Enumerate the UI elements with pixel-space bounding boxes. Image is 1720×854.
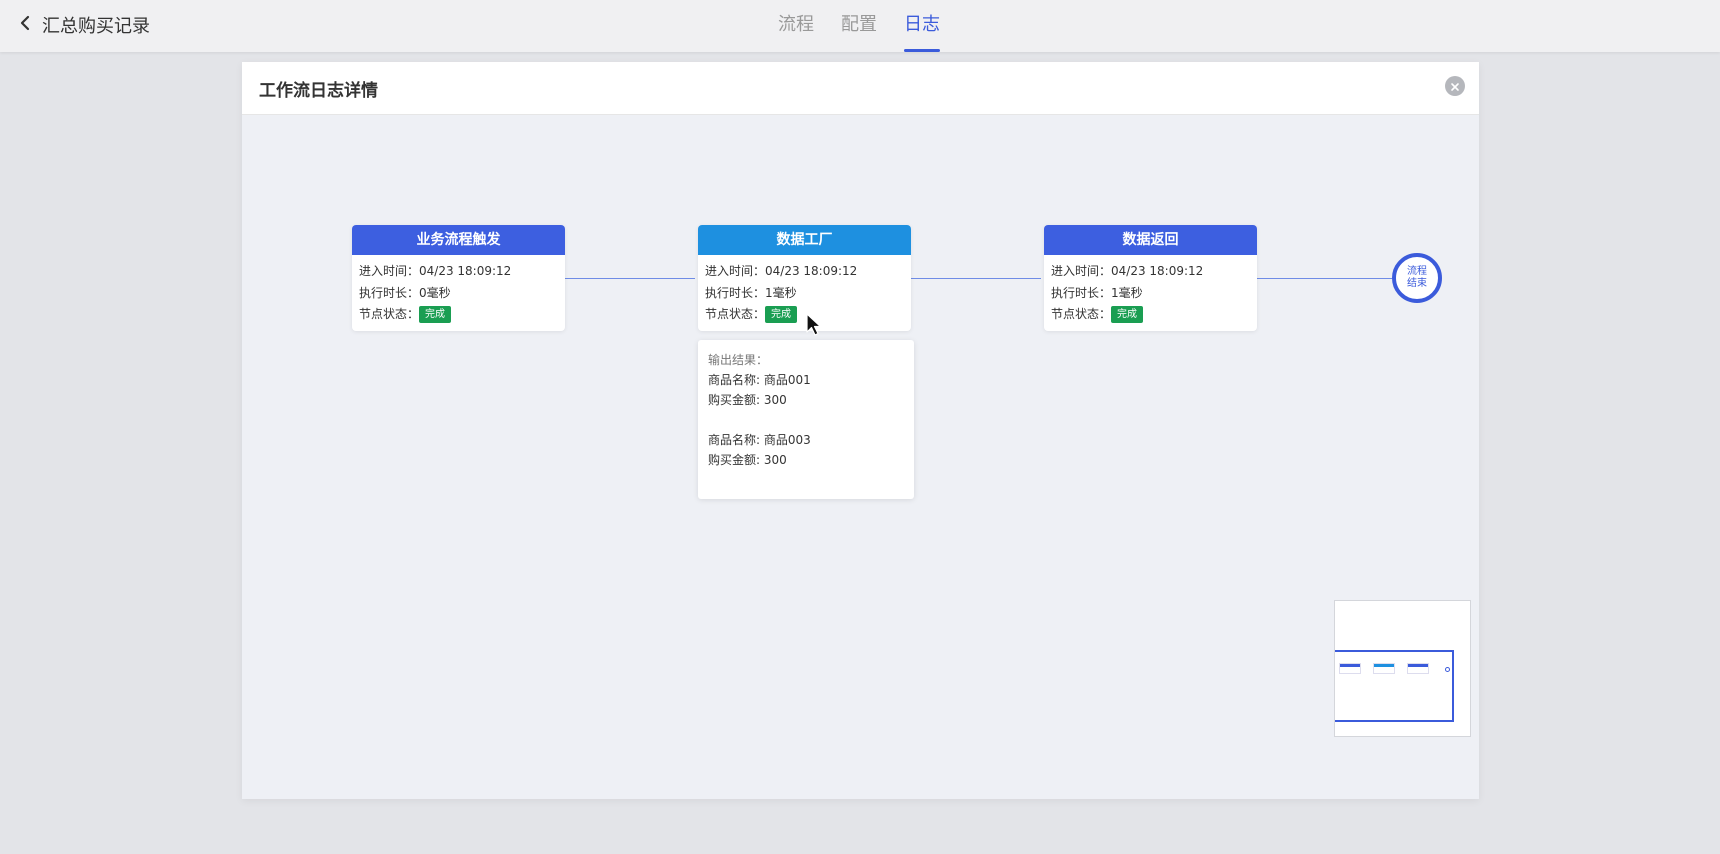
chevron-left-icon (16, 14, 34, 36)
status-badge: 完成 (419, 306, 452, 323)
enter-time-value: 04/23 18:09:12 (1111, 264, 1204, 278)
status-badge: 完成 (765, 306, 798, 323)
flow-edge (565, 278, 695, 279)
workflow-log-modal: 工作流日志详情 业务流程触发 进入时间：04/23 18:09:12 执行时长：… (242, 62, 1479, 799)
flow-edge (1257, 278, 1392, 279)
tooltip-line (708, 410, 904, 430)
flow-node-data-return[interactable]: 数据返回 进入时间：04/23 18:09:12 执行时长：1毫秒 节点状态：完… (1044, 225, 1257, 331)
tooltip-label: 输出结果： (708, 353, 769, 367)
flow-canvas[interactable]: 业务流程触发 进入时间：04/23 18:09:12 执行时长：0毫秒 节点状态… (242, 115, 1479, 799)
duration-value: 0毫秒 (419, 285, 451, 300)
enter-time-label: 进入时间： (705, 264, 766, 278)
minimap-viewport[interactable] (1335, 650, 1454, 722)
modal-title: 工作流日志详情 (259, 81, 378, 101)
output-tooltip: 输出结果： 商品名称: 商品001 购买金额: 300 商品名称: 商品003 … (698, 340, 914, 499)
enter-time-label: 进入时间： (359, 264, 420, 278)
status-label: 节点状态： (359, 307, 420, 321)
back-button[interactable]: 汇总购买记录 (16, 12, 150, 38)
duration-value: 1毫秒 (1111, 285, 1143, 300)
tooltip-line: 商品名称: 商品001 (708, 373, 811, 387)
tab-log[interactable]: 日志 (904, 0, 940, 52)
duration-label: 执行时长： (1051, 285, 1112, 300)
tooltip-line: 购买金额: 300 (708, 453, 787, 467)
flow-edge (911, 278, 1041, 279)
node-title: 数据返回 (1044, 225, 1257, 255)
tooltip-line: 购买金额: 300 (708, 393, 787, 407)
flow-node-trigger[interactable]: 业务流程触发 进入时间：04/23 18:09:12 执行时长：0毫秒 节点状态… (352, 225, 565, 331)
enter-time-value: 04/23 18:09:12 (419, 264, 512, 278)
duration-label: 执行时长： (359, 285, 420, 300)
modal-header: 工作流日志详情 (242, 62, 1479, 115)
tab-config[interactable]: 配置 (841, 0, 877, 52)
status-label: 节点状态： (1051, 307, 1112, 321)
duration-label: 执行时长： (705, 285, 766, 300)
node-title: 业务流程触发 (352, 225, 565, 255)
page-title: 汇总购买记录 (42, 16, 150, 37)
node-title: 数据工厂 (698, 225, 911, 255)
tab-bar: 流程 配置 日志 (778, 0, 967, 52)
flow-end-node[interactable]: 流程 结束 (1392, 253, 1442, 303)
status-badge: 完成 (1111, 306, 1144, 323)
end-node-line2: 结束 (1407, 278, 1427, 289)
flow-node-data-factory[interactable]: 数据工厂 进入时间：04/23 18:09:12 执行时长：1毫秒 节点状态：完… (698, 225, 911, 331)
close-button[interactable] (1445, 76, 1465, 96)
minimap[interactable] (1334, 600, 1471, 737)
duration-value: 1毫秒 (765, 285, 797, 300)
close-icon (1450, 77, 1460, 96)
tab-flow[interactable]: 流程 (778, 0, 814, 52)
status-label: 节点状态： (705, 307, 766, 321)
tooltip-line: 商品名称: 商品003 (708, 433, 811, 447)
end-node-line1: 流程 (1407, 266, 1427, 277)
enter-time-label: 进入时间： (1051, 264, 1112, 278)
top-bar: 汇总购买记录 流程 配置 日志 (0, 0, 1720, 52)
enter-time-value: 04/23 18:09:12 (765, 264, 858, 278)
